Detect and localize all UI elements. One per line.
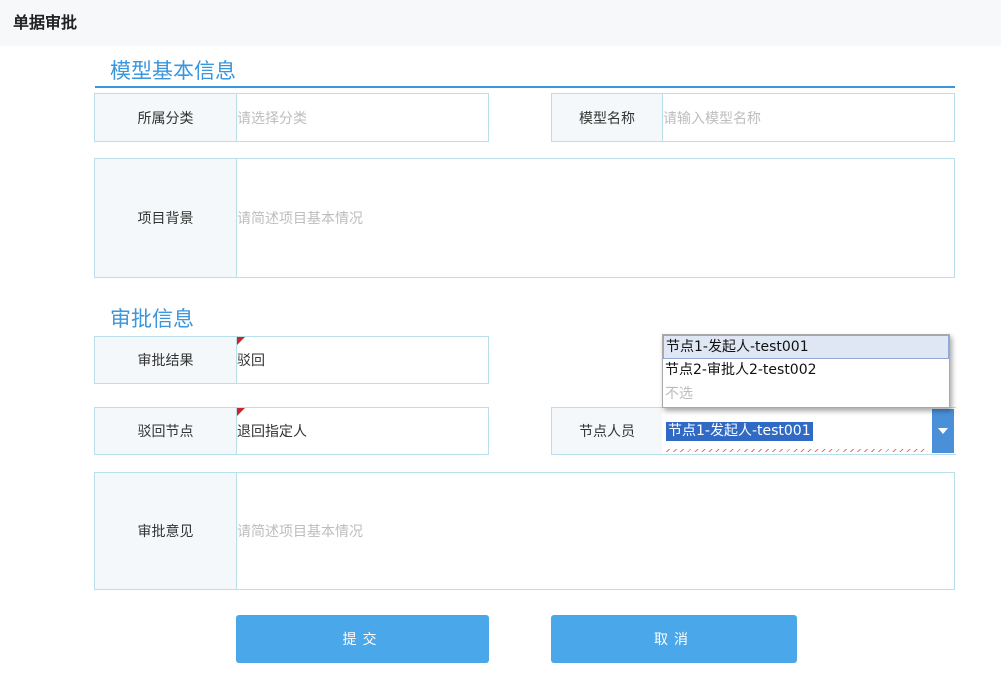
node-person-selected-value: 节点1-发起人-test001 <box>666 422 813 441</box>
reject-node-value: 退回指定人 <box>237 424 307 440</box>
dropdown-option[interactable]: 节点2-审批人2-test002 <box>663 359 949 383</box>
background-field: 项目背景 请简述项目基本情况 <box>94 158 955 278</box>
page-header: 单据审批 <box>0 0 1001 46</box>
approval-result-value: 驳回 <box>237 353 265 369</box>
submit-button[interactable]: 提交 <box>236 615 489 663</box>
category-field: 所属分类 请选择分类 <box>94 93 489 142</box>
section-title-approval-info: 审批信息 <box>110 307 194 331</box>
category-label: 所属分类 <box>95 94 237 141</box>
reject-node-select[interactable]: 退回指定人 <box>237 408 488 454</box>
model-name-field: 模型名称 请输入模型名称 <box>551 93 955 142</box>
required-flag-icon <box>237 408 245 416</box>
opinion-label: 审批意见 <box>95 473 237 589</box>
dropdown-option[interactable]: 不选 <box>663 383 949 407</box>
approval-result-select[interactable]: 驳回 <box>237 337 488 383</box>
chevron-down-icon[interactable] <box>932 409 954 453</box>
dropdown-option[interactable]: 节点1-发起人-test001 <box>663 335 949 359</box>
approval-result-field: 审批结果 驳回 <box>94 336 489 384</box>
opinion-textarea[interactable]: 请简述项目基本情况 <box>237 473 954 589</box>
reject-node-label: 驳回节点 <box>95 408 237 454</box>
approval-result-label: 审批结果 <box>95 337 237 383</box>
cancel-button[interactable]: 取消 <box>551 615 797 663</box>
model-name-label: 模型名称 <box>552 94 663 141</box>
required-flag-icon <box>237 337 245 345</box>
spellcheck-underline <box>666 449 928 452</box>
section-divider <box>95 86 955 88</box>
node-person-dropdown: 节点1-发起人-test001 节点2-审批人2-test002 不选 <box>662 334 950 408</box>
category-select[interactable]: 请选择分类 <box>237 94 488 141</box>
section-title-model-info: 模型基本信息 <box>110 59 236 83</box>
reject-node-field: 驳回节点 退回指定人 <box>94 407 489 455</box>
background-label: 项目背景 <box>95 159 237 277</box>
node-person-label: 节点人员 <box>552 408 663 454</box>
opinion-field: 审批意见 请简述项目基本情况 <box>94 472 955 590</box>
page-title: 单据审批 <box>13 13 78 32</box>
model-name-input[interactable]: 请输入模型名称 <box>663 94 954 141</box>
node-person-select[interactable]: 节点1-发起人-test001 <box>662 408 956 454</box>
background-textarea[interactable]: 请简述项目基本情况 <box>237 159 954 277</box>
